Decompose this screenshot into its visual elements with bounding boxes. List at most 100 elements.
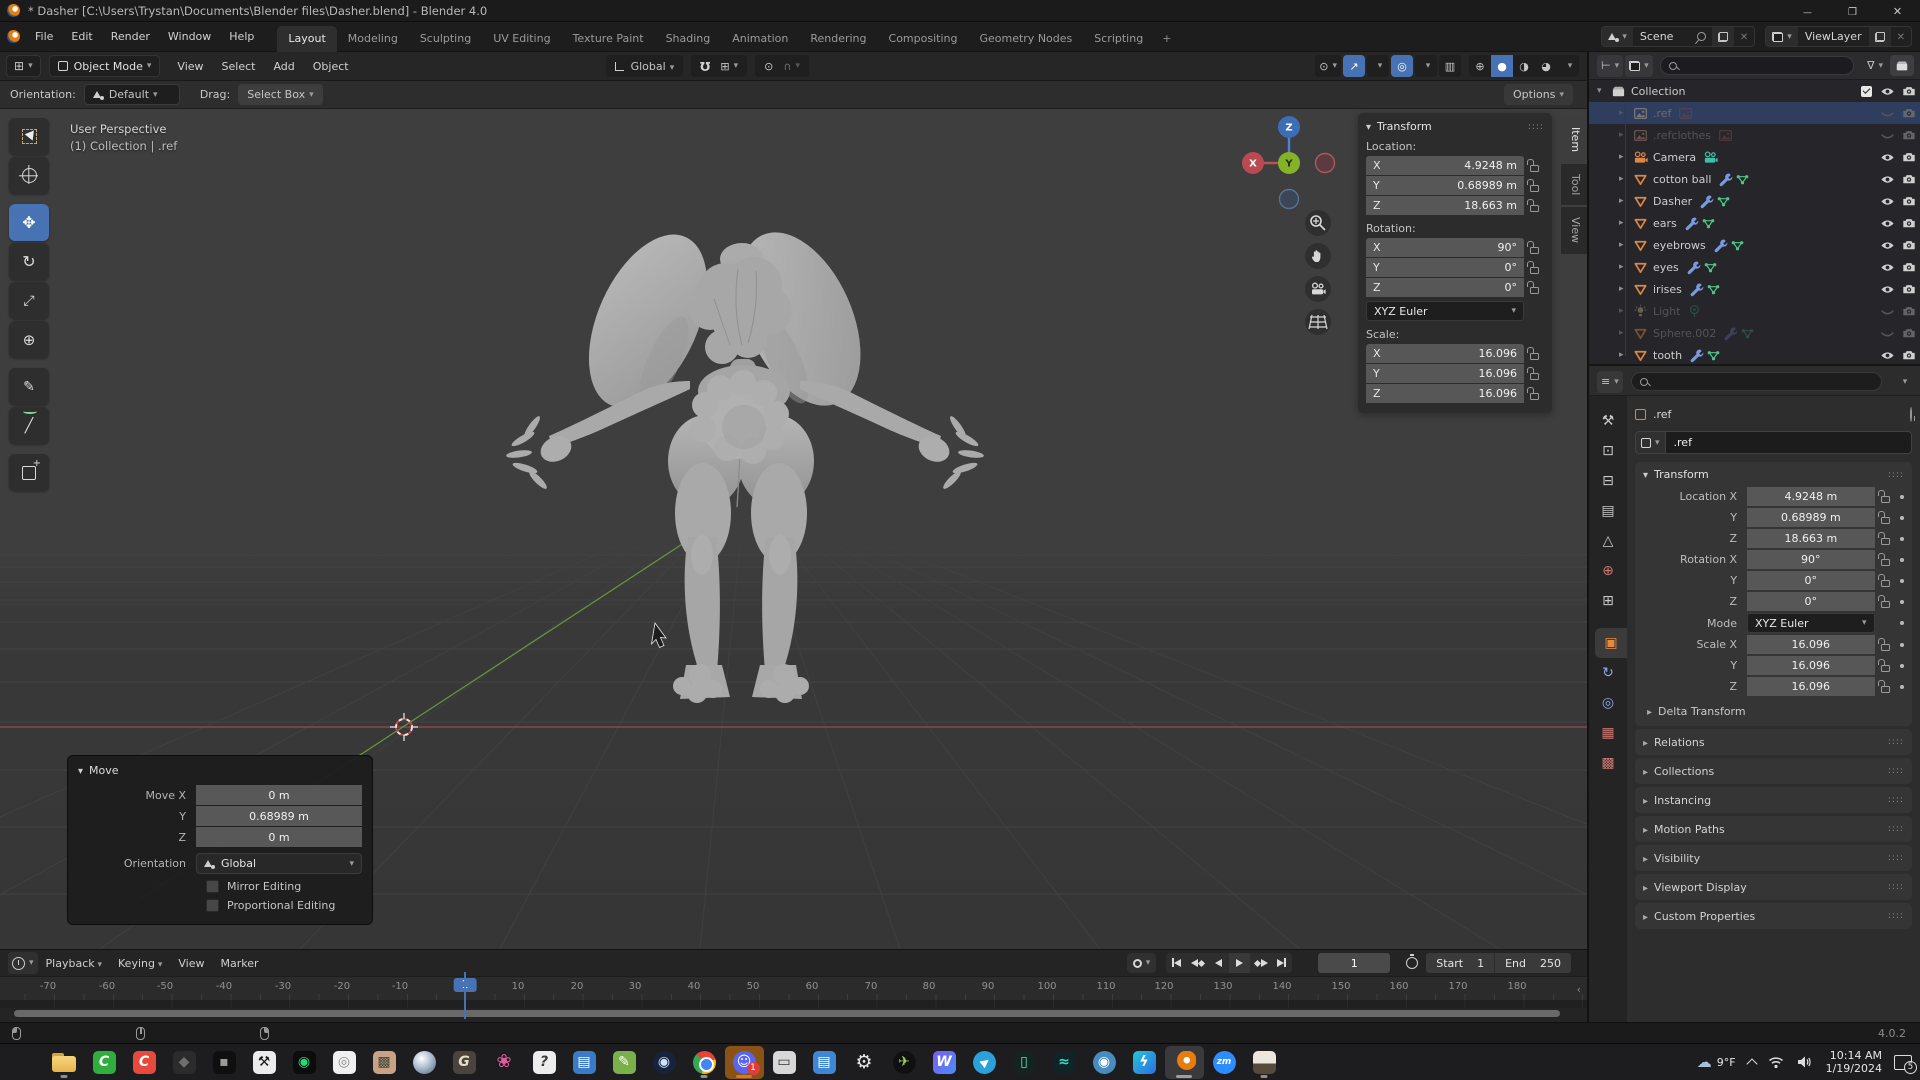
- shading-wireframe-button[interactable]: ⊕: [1469, 55, 1491, 77]
- delta-transform-label[interactable]: Delta Transform: [1658, 705, 1746, 718]
- wifi-button[interactable]: [1768, 1055, 1784, 1069]
- taskbar-app-button[interactable]: W: [925, 1046, 964, 1079]
- outliner-row[interactable]: Camera: [1589, 146, 1920, 168]
- taskbar-app-button[interactable]: ⚙: [845, 1046, 884, 1079]
- workspace-tab[interactable]: Texture Paint: [562, 26, 655, 52]
- render-toggle[interactable]: [1898, 304, 1920, 318]
- viewport-menu-item[interactable]: View: [168, 56, 212, 77]
- rotation-mode-dropdown[interactable]: XYZ Euler: [1747, 613, 1875, 633]
- lock-button[interactable]: [1524, 347, 1544, 360]
- lock-button[interactable]: [1875, 680, 1897, 693]
- timeline-menu-item[interactable]: Marker: [212, 953, 266, 974]
- lock-button[interactable]: [1875, 595, 1897, 608]
- drag-handle[interactable]: ::::: [1888, 737, 1904, 747]
- shading-material-button[interactable]: ◑: [1513, 55, 1535, 77]
- expand-arrow[interactable]: [1619, 284, 1633, 294]
- expand-arrow[interactable]: [1619, 306, 1633, 316]
- taskbar-app-button[interactable]: C: [85, 1046, 124, 1079]
- lock-button[interactable]: [1524, 199, 1544, 212]
- annotate-tool[interactable]: [9, 368, 49, 405]
- add-cube-tool[interactable]: [9, 454, 49, 491]
- xray-toggle[interactable]: ▥: [1439, 55, 1461, 77]
- transform-orientation-dropdown[interactable]: Global: [606, 55, 684, 77]
- hidden-icons-button[interactable]: [1748, 1057, 1756, 1068]
- rotation-field[interactable]: Y0°: [1366, 258, 1524, 277]
- breadcrumb-object[interactable]: .ref: [1653, 408, 1671, 421]
- minimize-button[interactable]: [1785, 0, 1830, 22]
- mode-selector[interactable]: Object Mode: [49, 55, 161, 77]
- taskbar-app-button[interactable]: ▤: [565, 1046, 604, 1079]
- taskbar-app-button[interactable]: C: [125, 1046, 164, 1079]
- taskbar-app-button[interactable]: ◉: [285, 1046, 324, 1079]
- timeline-track[interactable]: [0, 1000, 1587, 1008]
- proportional-edit-toggle[interactable]: ⊙: [759, 55, 778, 77]
- viewlayer-new-button[interactable]: [1869, 27, 1891, 46]
- animate-dot[interactable]: [1900, 621, 1904, 625]
- gizmo-dropdown[interactable]: [1367, 55, 1389, 77]
- next-keyframe-button[interactable]: [1250, 953, 1271, 973]
- lock-button[interactable]: [1524, 261, 1544, 274]
- workspace-tab[interactable]: +: [1154, 26, 1179, 52]
- current-frame-field[interactable]: 1: [1318, 953, 1390, 973]
- taskbar-app-button[interactable]: ▤: [805, 1046, 844, 1079]
- render-toggle[interactable]: [1898, 172, 1920, 186]
- location-field[interactable]: X4.9248 m: [1366, 156, 1524, 175]
- outliner-row[interactable]: Sphere.002: [1589, 322, 1920, 344]
- animate-dot[interactable]: [1900, 495, 1904, 499]
- properties-tab[interactable]: ▤: [1589, 496, 1627, 526]
- timeline-menu-item[interactable]: View: [170, 953, 212, 974]
- properties-tab[interactable]: ⊞: [1589, 586, 1627, 616]
- play-button[interactable]: [1229, 953, 1250, 973]
- zoom-button[interactable]: [1305, 210, 1331, 236]
- workspace-tab[interactable]: Rendering: [799, 26, 877, 52]
- workspace-tab[interactable]: Shading: [655, 26, 722, 52]
- show-gizmo-toggle[interactable]: ↗: [1343, 55, 1365, 77]
- lock-button[interactable]: [1524, 281, 1544, 294]
- bunny-model[interactable]: [506, 214, 985, 703]
- taskbar-app-button[interactable]: ▩: [365, 1046, 404, 1079]
- properties-tab[interactable]: ▣: [1595, 628, 1627, 658]
- render-toggle[interactable]: [1898, 326, 1920, 340]
- field-value[interactable]: 0.68989 m: [1747, 508, 1874, 527]
- collection-checkbox[interactable]: [1861, 86, 1872, 97]
- location-field[interactable]: Z18.663 m: [1366, 196, 1524, 215]
- viewport-3d[interactable]: Z X Y User Perspective (1) Collection | …: [0, 109, 1587, 949]
- hide-toggle[interactable]: [1876, 348, 1898, 363]
- timeline-scrollbar[interactable]: [0, 1008, 1587, 1019]
- viewlayer-name[interactable]: ViewLayer: [1798, 30, 1869, 43]
- viewlayer-delete-button[interactable]: [1891, 27, 1911, 46]
- menu-item[interactable]: File: [26, 26, 62, 47]
- expand-arrow[interactable]: [1619, 240, 1633, 250]
- shading-rendered-button[interactable]: ◕: [1535, 55, 1557, 77]
- taskbar-app-button[interactable]: ◆: [165, 1046, 204, 1079]
- pin-icon[interactable]: [1910, 407, 1912, 422]
- taskbar-app-button[interactable]: zm: [1205, 1046, 1244, 1079]
- properties-panel-header[interactable]: Visibility::::: [1635, 845, 1912, 871]
- scene-pin-button[interactable]: [1691, 27, 1712, 46]
- drag-handle[interactable]: ::::: [1888, 911, 1904, 921]
- render-toggle[interactable]: [1898, 260, 1920, 274]
- menu-item[interactable]: Help: [220, 26, 263, 47]
- viewport-menu-item[interactable]: Object: [304, 56, 358, 77]
- drag-handle[interactable]: ::::: [1888, 795, 1904, 805]
- drag-handle[interactable]: ::::: [1888, 853, 1904, 863]
- render-toggle[interactable]: [1898, 106, 1920, 120]
- drag-handle[interactable]: ::::: [1528, 122, 1544, 132]
- properties-editor-type[interactable]: ≡: [1597, 371, 1623, 393]
- outliner-display-mode[interactable]: ⊢: [1597, 55, 1623, 77]
- outliner-row-collection[interactable]: Collection: [1589, 80, 1920, 102]
- editor-type-button[interactable]: ⊞: [6, 55, 41, 77]
- axis-gizmo[interactable]: Z X Y: [1242, 116, 1335, 209]
- outliner-row[interactable]: irises: [1589, 278, 1920, 300]
- field-value[interactable]: 0°: [1747, 571, 1874, 590]
- hide-toggle[interactable]: [1876, 238, 1898, 253]
- render-toggle[interactable]: [1898, 282, 1920, 296]
- notification-center-button[interactable]: 5: [1894, 1055, 1912, 1070]
- render-toggle[interactable]: [1898, 150, 1920, 164]
- rotation-mode-dropdown[interactable]: XYZ Euler: [1366, 301, 1524, 321]
- show-overlays-toggle[interactable]: ◎: [1391, 55, 1413, 77]
- expand-arrow[interactable]: [1619, 350, 1633, 360]
- auto-keying-button[interactable]: [1127, 953, 1157, 973]
- scale-field[interactable]: Z16.096: [1366, 384, 1524, 403]
- render-toggle[interactable]: [1898, 194, 1920, 208]
